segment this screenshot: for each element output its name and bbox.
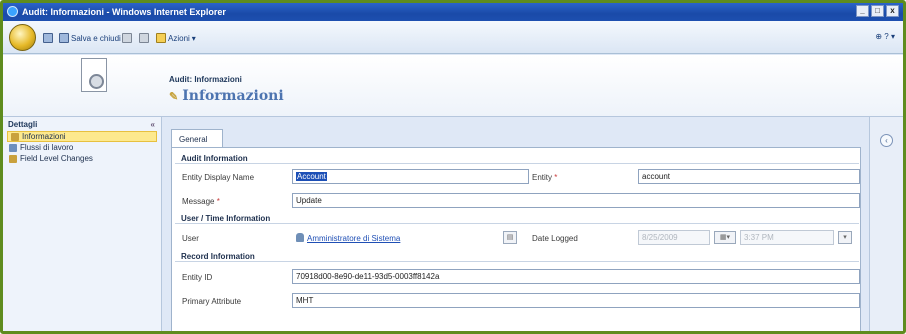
nav-item-label: Informazioni (22, 132, 66, 141)
save-close-icon (59, 33, 69, 43)
attach-icon (122, 33, 132, 43)
expand-icon[interactable]: ‹ (880, 134, 893, 147)
help-label: ? (884, 32, 889, 41)
actions-label: Azioni (168, 33, 190, 43)
collapse-icon[interactable]: « (151, 120, 155, 129)
required-mark: * (216, 197, 220, 206)
nav-item-label: Flussi di lavoro (20, 143, 74, 152)
print-icon (139, 33, 149, 43)
minimize-button[interactable]: _ (856, 5, 869, 17)
label-entity: Entity * (532, 173, 557, 182)
entity-label: Audit: Informazioni (169, 75, 242, 84)
section-audit-information: Audit Information (175, 150, 859, 164)
print-button[interactable] (139, 32, 149, 44)
entity-display-name-value: Account (296, 172, 327, 181)
date-field[interactable]: 8/25/2009 (638, 230, 710, 245)
save-button[interactable] (43, 32, 53, 44)
crm-orb-icon[interactable] (9, 24, 36, 51)
window-title: Audit: Informazioni - Windows Internet E… (22, 7, 226, 17)
primary-attribute-field[interactable]: MHT (292, 293, 860, 308)
lookup-icon[interactable]: ▤ (503, 231, 517, 244)
nav-item-informazioni[interactable]: Informazioni (7, 131, 157, 142)
actions-menu[interactable]: Azioni ▾ (156, 32, 196, 44)
tab-general[interactable]: General (171, 129, 223, 147)
page-title-text: Informazioni (182, 88, 284, 104)
save-close-button[interactable]: Salva e chiudi (59, 32, 121, 44)
form-header: Audit: Informazioni ✎ Informazioni (3, 55, 903, 117)
label-entity-text: Entity (532, 173, 553, 182)
help-icon: ⊕ (875, 32, 883, 41)
label-message-text: Message (182, 197, 215, 206)
right-strip: ‹ (869, 117, 903, 331)
audit-entity-icon (81, 58, 107, 92)
label-user: User (182, 234, 199, 243)
user-link[interactable]: Amministratore di Sistema (307, 234, 400, 243)
user-lookup-field[interactable]: Amministratore di Sistema (292, 230, 499, 245)
save-icon (43, 33, 53, 43)
actions-icon (156, 33, 166, 43)
chevron-down-icon: ▾ (191, 33, 196, 43)
entity-display-name-field[interactable]: Account (292, 169, 529, 184)
attach-button[interactable] (122, 32, 132, 44)
form-area: General Audit Information Entity Display… (163, 117, 869, 331)
form-panel: Audit Information Entity Display Name Ac… (171, 147, 861, 331)
label-date-logged: Date Logged (532, 234, 578, 243)
title-bar: Audit: Informazioni - Windows Internet E… (3, 3, 903, 21)
label-entity-display-name: Entity Display Name (182, 173, 255, 182)
left-navigation: Dettagli « Informazioni Flussi di lavoro… (3, 117, 162, 331)
entity-id-field[interactable]: 70918d00-8e90-de11-93d5-0003ff8142a (292, 269, 860, 284)
chevron-down-icon: ▾ (890, 32, 895, 41)
nav-item-field-level-changes[interactable]: Field Level Changes (3, 153, 161, 164)
label-entity-id: Entity ID (182, 273, 213, 282)
nav-heading-text: Dettagli (8, 119, 38, 129)
nav-heading: Dettagli « (3, 117, 161, 131)
entity-field[interactable]: account (638, 169, 860, 184)
pencil-icon (9, 154, 17, 163)
required-mark: * (554, 173, 558, 182)
time-field[interactable]: 3:37 PM (740, 230, 834, 245)
close-button[interactable]: x (886, 5, 899, 17)
section-record-information: Record Information (175, 248, 859, 262)
maximize-button[interactable]: □ (871, 5, 884, 17)
browser-window: Audit: Informazioni - Windows Internet E… (0, 0, 906, 334)
user-icon (296, 233, 304, 242)
ie-icon (7, 6, 18, 17)
nav-item-label: Field Level Changes (20, 154, 93, 163)
workflow-icon (9, 143, 17, 152)
time-dropdown-icon[interactable]: ▾ (838, 231, 852, 244)
section-user-time-information: User / Time Information (175, 210, 859, 224)
pencil-icon: ✎ (169, 89, 179, 103)
calendar-icon[interactable]: ▦▾ (714, 231, 736, 244)
help-button[interactable]: ⊕ ? ▾ (875, 32, 895, 41)
nav-item-workflows[interactable]: Flussi di lavoro (3, 142, 161, 153)
label-primary-attribute: Primary Attribute (182, 297, 242, 306)
toolbar: Salva e chiudi Azioni ▾ ⊕ ? ▾ (3, 21, 903, 54)
pencil-icon (11, 132, 19, 141)
save-close-label: Salva e chiudi (71, 33, 121, 43)
page-title: ✎ Informazioni (169, 88, 284, 104)
message-field[interactable]: Update (292, 193, 860, 208)
label-message: Message * (182, 197, 220, 206)
window-controls: _ □ x (856, 5, 899, 17)
